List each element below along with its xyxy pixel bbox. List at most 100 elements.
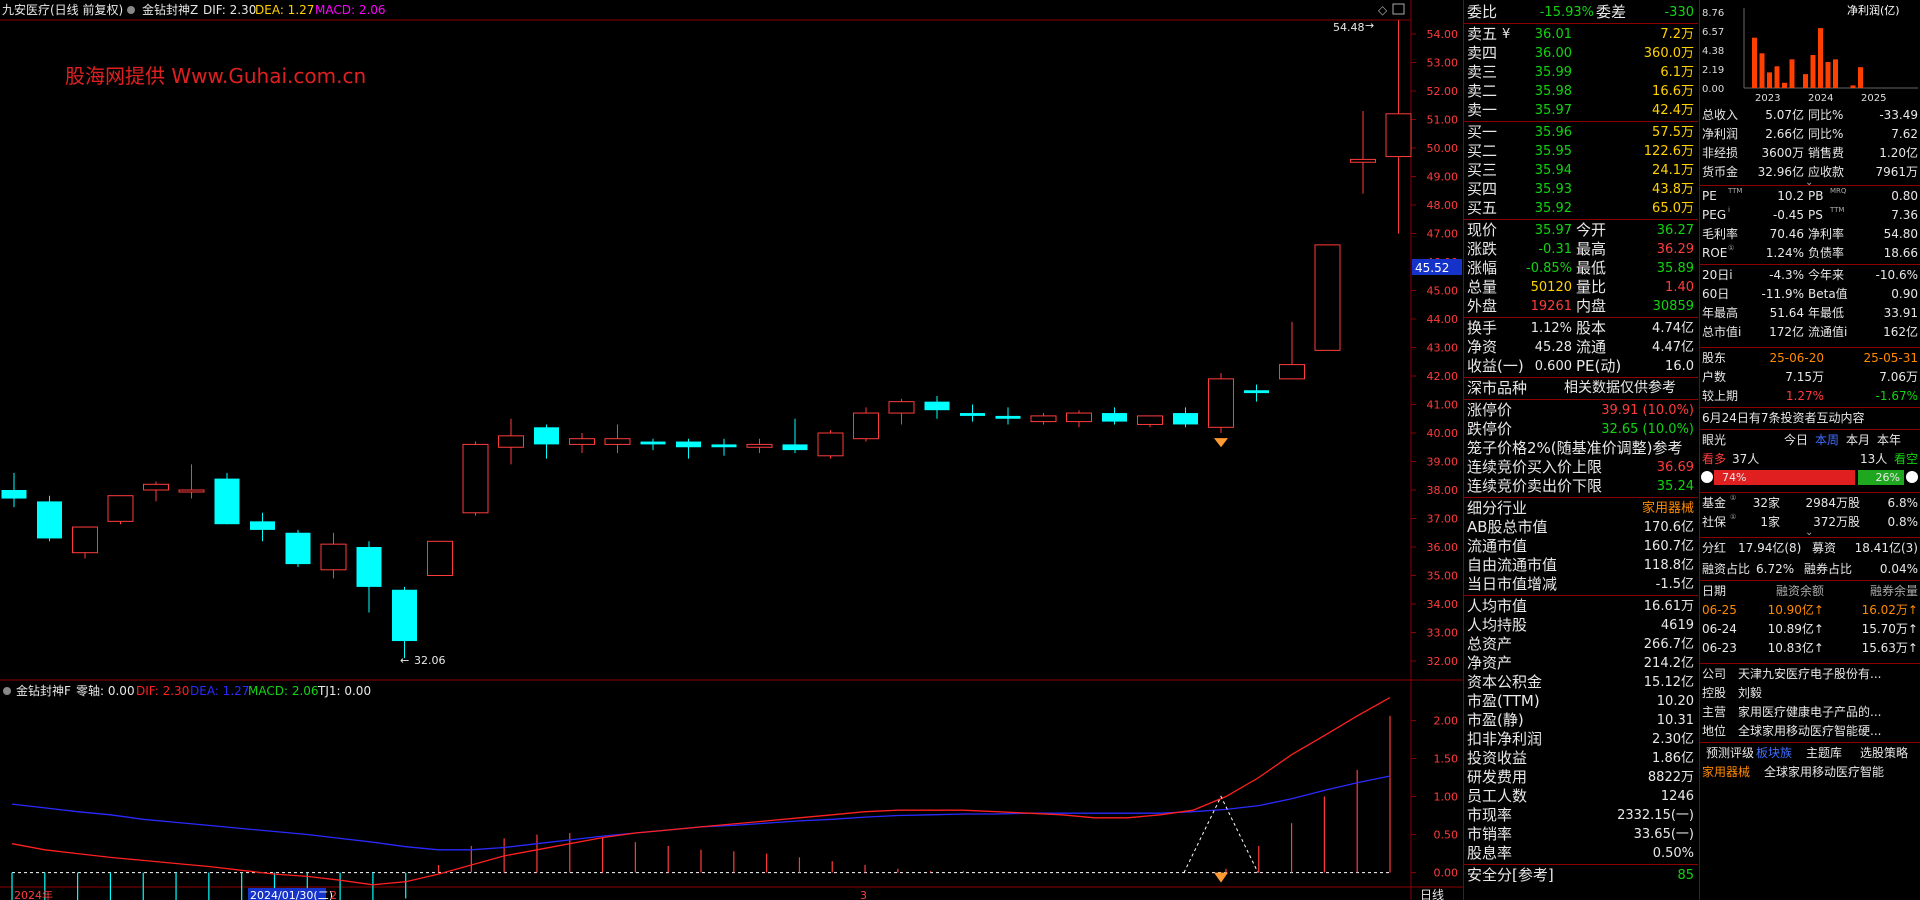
- ask-price: 36.01: [1534, 27, 1572, 42]
- sub-indicator-toggle-icon[interactable]: [3, 687, 11, 695]
- bid-row[interactable]: 买四 35.93 43.8万: [1464, 180, 1698, 199]
- ask-price: 35.97: [1534, 103, 1572, 118]
- bottom-link[interactable]: 选股策略: [1860, 744, 1908, 763]
- fundamental-label: 扣非净利润: [1467, 730, 1543, 748]
- fundamental-row: AB股总市值 170.6亿: [1464, 518, 1698, 537]
- ask-volume: 7.2万: [1660, 27, 1694, 42]
- price-tick: 37.00: [1427, 513, 1459, 526]
- fundamental-row: 市销率 33.65(一): [1464, 825, 1698, 844]
- candle[interactable]: [1208, 373, 1234, 433]
- ask-price: 35.99: [1534, 65, 1572, 80]
- ask-row[interactable]: 卖四 36.00 360.0万: [1464, 44, 1698, 63]
- fundamental-label: 投资收益: [1467, 749, 1528, 767]
- bid-label: 买五: [1467, 199, 1498, 217]
- bid-row[interactable]: 买一 35.96 57.5万: [1464, 123, 1698, 142]
- market-type-label: 深市品种: [1467, 379, 1528, 397]
- notice-row[interactable]: 6月24日有7条投资者互动内容: [1700, 409, 1920, 428]
- bottom-link[interactable]: 板块族: [1756, 744, 1792, 763]
- company-info-row: 主营 家用医疗健康电子产品的...: [1700, 703, 1920, 722]
- industry-row[interactable]: 细分行业 家用器械: [1464, 499, 1698, 518]
- stat-value: 19261: [1530, 299, 1572, 314]
- date-cursor-text: 2024/01/30(二): [250, 889, 333, 900]
- ask-row[interactable]: 卖二 35.98 16.6万: [1464, 82, 1698, 101]
- val-value: -0.45: [1772, 208, 1804, 222]
- kline-chart-area[interactable]: 54.00 53.00 52.00 51.00 50.00 49.00 48.00 47.00…: [0, 0, 1463, 900]
- quote-stat-row: 涨跌 -0.31 最高 36.29: [1464, 240, 1698, 259]
- fin-label: 净利润: [1702, 127, 1739, 141]
- val-superscript: i: [1728, 206, 1730, 214]
- high-arrow-icon: →: [1365, 19, 1374, 32]
- ask-row[interactable]: 卖五 ¥36.01 7.2万: [1464, 25, 1698, 44]
- cage-label: 连续竞价卖出价下限: [1467, 477, 1603, 495]
- stat-label: 最高: [1576, 240, 1607, 258]
- stat-label: 股本: [1576, 319, 1607, 337]
- margin-balance: 10.83亿↑: [1767, 641, 1824, 655]
- fundamentals-panel: 8.76 6.57 4.38 2.19 0.00 净利润(亿) 2023 2024 2025 总收…: [1699, 0, 1920, 900]
- view-tab[interactable]: 本月: [1846, 431, 1870, 450]
- bid-row[interactable]: 买三 35.94 24.1万: [1464, 161, 1698, 180]
- bottom-link[interactable]: 预测评级: [1706, 744, 1754, 763]
- price-tick: 39.00: [1427, 456, 1459, 469]
- fundamental-label: 人均市值: [1467, 597, 1528, 615]
- candle[interactable]: [427, 540, 453, 576]
- candle[interactable]: [285, 529, 311, 567]
- view-tab[interactable]: 今日: [1784, 431, 1808, 450]
- holders-value: -1.67%: [1875, 389, 1918, 403]
- fin-value: 2.66亿: [1765, 127, 1804, 141]
- candle[interactable]: [107, 495, 134, 525]
- margin-ratio-value: 6.72%: [1756, 562, 1795, 576]
- bear-face-icon[interactable]: [1906, 471, 1918, 483]
- fundamental-label: 总资产: [1467, 635, 1513, 653]
- ask-row[interactable]: 卖一 35.97 42.4万: [1464, 101, 1698, 120]
- candle[interactable]: [817, 430, 844, 459]
- sentiment-bar: 74% 26%: [1714, 470, 1904, 485]
- fundamental-value: 1.86亿: [1652, 751, 1694, 766]
- investor-notice-link[interactable]: 6月24日有7条投资者互动内容: [1702, 409, 1865, 428]
- footer-tag[interactable]: 家用器械: [1702, 763, 1750, 782]
- mini-bar: [1818, 28, 1823, 88]
- margin-date: 06-23: [1702, 641, 1737, 655]
- industry-value[interactable]: 家用器械: [1584, 499, 1694, 518]
- margin-col-header: 日期: [1702, 584, 1727, 598]
- stat-label: 涨跌: [1467, 240, 1498, 258]
- stat-value: 4.74亿: [1652, 321, 1694, 336]
- share-stat-row: 换手 1.12% 股本 4.74亿: [1464, 319, 1698, 338]
- fundamental-row: 资本公积金 15.12亿: [1464, 673, 1698, 692]
- macd-tick: 2.00: [1434, 714, 1459, 727]
- ask-row[interactable]: 卖三 35.99 6.1万: [1464, 63, 1698, 82]
- bid-row[interactable]: 买五 35.92 65.0万: [1464, 199, 1698, 218]
- holders-row-label: 户数: [1702, 370, 1727, 384]
- perf-label: 总市值i: [1702, 325, 1742, 339]
- bottom-link[interactable]: 主题库: [1806, 744, 1842, 763]
- company-info-label: 控股: [1702, 686, 1727, 700]
- bid-row[interactable]: 买二 35.95 122.6万: [1464, 142, 1698, 161]
- indicator-toggle-icon[interactable]: [127, 6, 135, 14]
- candle[interactable]: [37, 495, 62, 542]
- sub-dea: DEA: 1.27: [190, 684, 249, 698]
- safety-row[interactable]: 安全分[参考] 85: [1464, 866, 1698, 885]
- bull-percent: 74%: [1722, 471, 1747, 484]
- view-tab[interactable]: 本年: [1877, 431, 1901, 450]
- fin-label: 销售费: [1808, 146, 1845, 160]
- institution-count: 32家: [1752, 496, 1780, 510]
- sub-indicator-name[interactable]: 金钻封神F: [16, 683, 71, 698]
- mini-chart-title: 净利润(亿): [1847, 3, 1900, 17]
- ask-volume: 360.0万: [1643, 46, 1694, 61]
- period-label[interactable]: 日线: [1420, 888, 1444, 900]
- diamond-icon[interactable]: ◇: [1378, 3, 1388, 17]
- main-indicator-name[interactable]: 金钻封神Z: [142, 2, 198, 17]
- net-profit-mini-chart[interactable]: 8.76 6.57 4.38 2.19 0.00 净利润(亿) 2023 2024 2025: [1700, 0, 1920, 104]
- safety-label[interactable]: 安全分[参考]: [1467, 866, 1554, 885]
- candle[interactable]: [462, 441, 489, 516]
- company-info-label: 公司: [1702, 667, 1727, 681]
- fundamental-label: 市盈(TTM): [1467, 692, 1540, 710]
- val-superscript: MRQ: [1830, 187, 1847, 195]
- candle[interactable]: [1314, 244, 1341, 351]
- fundamental-label: 股息率: [1467, 844, 1513, 862]
- view-tab[interactable]: 本周: [1815, 431, 1839, 450]
- bull-face-icon[interactable]: [1701, 471, 1713, 483]
- bid-volume: 57.5万: [1652, 125, 1694, 140]
- fin-value: 3600万: [1761, 146, 1804, 160]
- perf-label: 年最低: [1808, 306, 1845, 320]
- candle[interactable]: [214, 472, 240, 525]
